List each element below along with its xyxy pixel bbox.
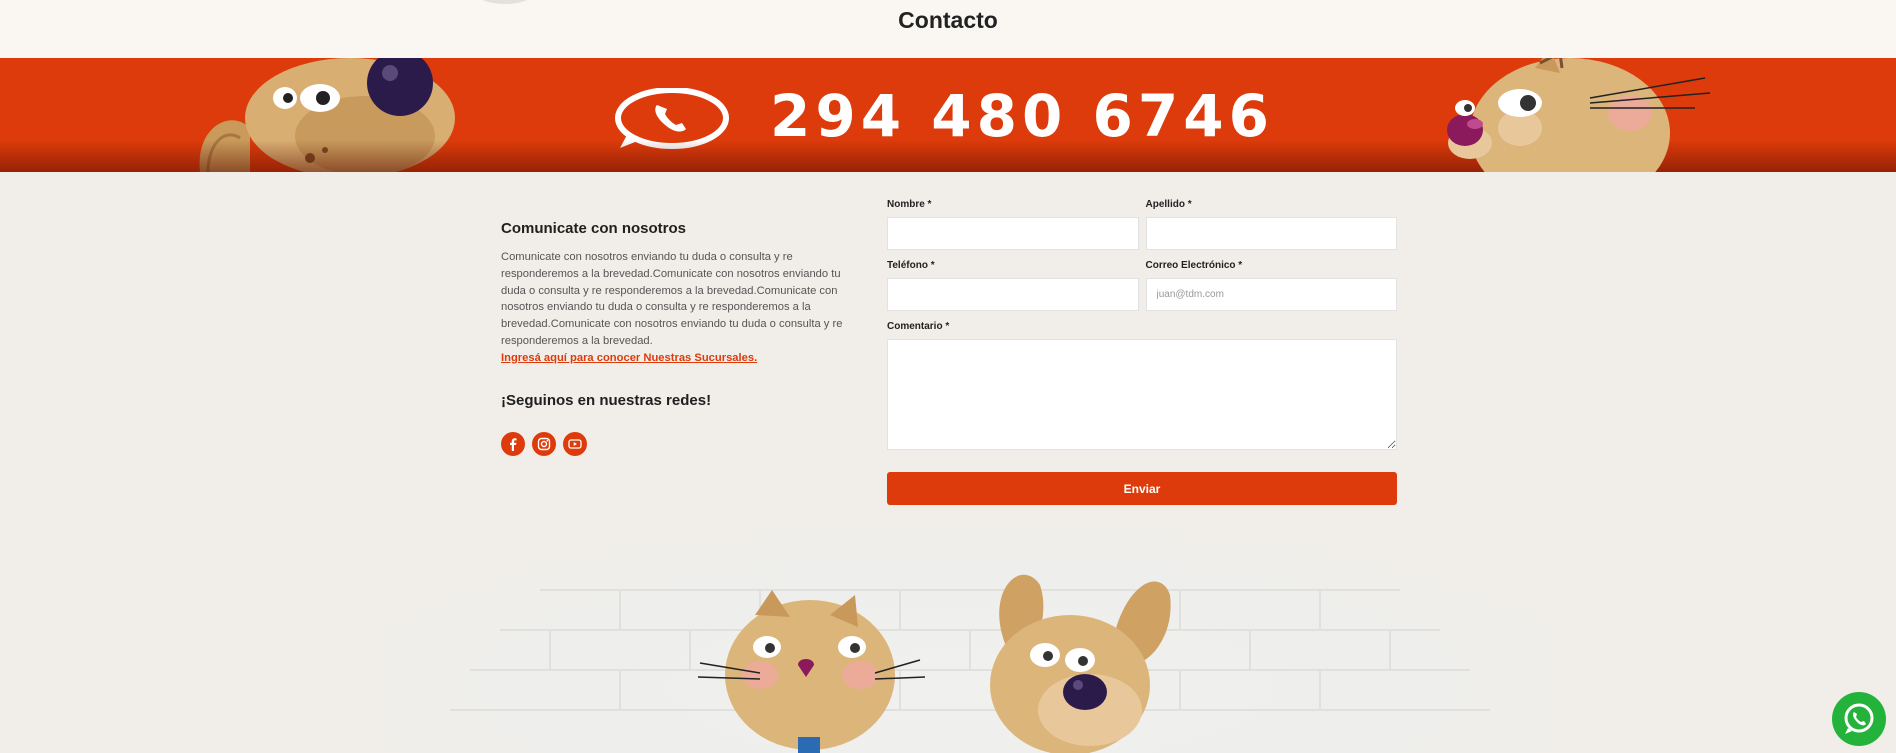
first-name-label: Nombre *	[887, 199, 932, 210]
instagram-icon[interactable]	[532, 431, 556, 456]
youtube-icon[interactable]	[563, 431, 587, 456]
logo[interactable]	[470, 0, 540, 4]
phone-input[interactable]	[887, 278, 1139, 311]
email-label: Correo Electrónico *	[1145, 260, 1243, 271]
comment-label: Comentario *	[887, 321, 950, 332]
comment-textarea[interactable]	[887, 339, 1397, 450]
email-input[interactable]	[1145, 278, 1397, 311]
contact-info-column: Comunicate con nosotros Comunicate con n…	[501, 220, 846, 456]
cat-and-dog-mascots-illustration	[697, 574, 1171, 753]
page-title: Contacto	[898, 7, 998, 33]
whatsapp-float-button[interactable]	[1832, 692, 1886, 746]
social-heading: ¡Seguinos en nuestras redes!	[501, 391, 712, 409]
contact-form: Nombre * Apellido * Teléfono * Correo El…	[887, 199, 1397, 505]
cat-mascot-illustration	[1447, 58, 1711, 172]
facebook-icon[interactable]	[501, 431, 525, 456]
whatsapp-icon	[1844, 703, 1874, 734]
phone-label: Teléfono *	[887, 260, 935, 271]
social-links	[501, 431, 846, 456]
whatsapp-banner[interactable]: 294 480 6746	[0, 58, 1896, 172]
last-name-input[interactable]	[1145, 217, 1397, 250]
top-header: Contacto	[0, 0, 1896, 58]
last-name-label: Apellido *	[1145, 199, 1192, 210]
branches-link[interactable]: Ingresá aquí para conocer Nuestras Sucur…	[501, 350, 846, 366]
contact-description: Comunicate con nosotros enviando tu duda…	[501, 251, 843, 347]
contact-heading: Comunicate con nosotros	[501, 220, 687, 237]
submit-button[interactable]: Enviar	[887, 472, 1397, 505]
first-name-input[interactable]	[887, 217, 1139, 250]
